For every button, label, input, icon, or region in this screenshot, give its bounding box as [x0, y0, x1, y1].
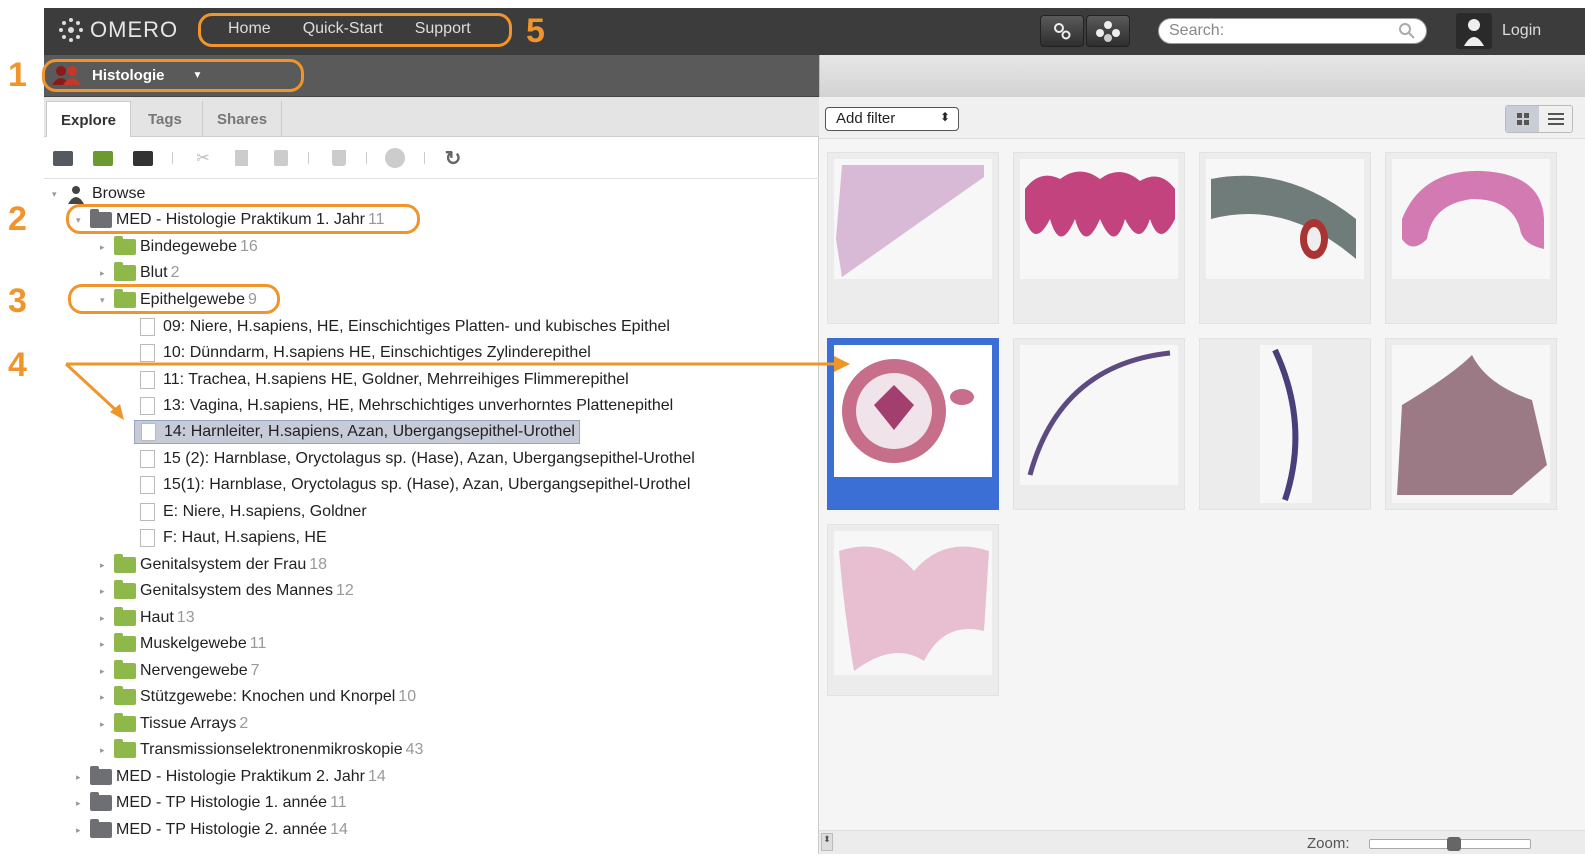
annotation-number-5: 5 — [526, 12, 545, 50]
annotation-number-3: 3 — [8, 282, 27, 320]
annotation-number-1: 1 — [8, 56, 27, 94]
annotation-number-2: 2 — [8, 200, 27, 238]
omero-app: OMERO Home Quick-Start Support Search: L… — [44, 8, 1585, 854]
annotation-number-4: 4 — [8, 346, 27, 384]
annotation-box-project — [66, 204, 420, 234]
annotation-box-group — [42, 59, 304, 92]
annotation-box-nav — [198, 13, 512, 47]
annotation-box-dataset — [68, 284, 280, 314]
annotation-arrows — [64, 356, 850, 420]
